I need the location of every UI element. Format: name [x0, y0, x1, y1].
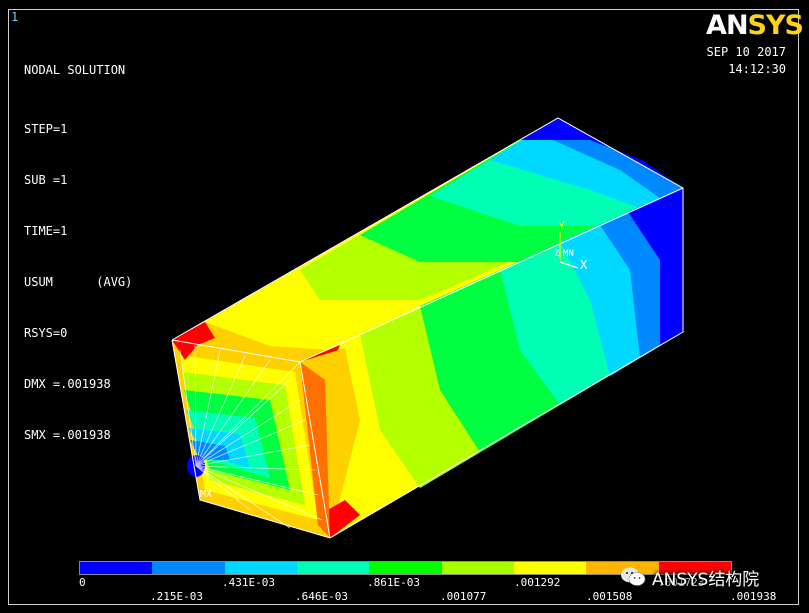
max-marker-label: MX [200, 489, 212, 500]
legend-label-bottom-3: .001077 [440, 590, 487, 603]
triad-z-label: Z [554, 249, 560, 259]
legend-band-7 [513, 562, 587, 574]
legend-band-5 [369, 562, 442, 574]
legend-band-4 [296, 562, 370, 574]
watermark-text: ANSYS结构院 [652, 569, 760, 590]
legend-label-bottom-1: .215E-03 [150, 590, 203, 603]
legend-band-2 [152, 562, 225, 574]
legend-label-top-4: .001292 [514, 576, 561, 589]
legend-label-top-1: 0 [79, 576, 86, 589]
wechat-icon [620, 566, 646, 588]
contour-plot-model[interactable]: Y X Z MN MX [0, 0, 809, 613]
legend-band-3 [224, 562, 297, 574]
legend-label-top-3: .861E-03 [367, 576, 420, 589]
triad-y-label: Y [558, 219, 566, 233]
legend-label-top-2: .431E-03 [222, 576, 275, 589]
legend-band-6 [441, 562, 514, 574]
triad-x-label: X [580, 258, 588, 272]
min-marker-label: MN [563, 249, 574, 259]
legend-band-1 [80, 562, 153, 574]
legend-label-bottom-2: .646E-03 [295, 590, 348, 603]
watermark: ANSYS结构院 [620, 562, 786, 592]
